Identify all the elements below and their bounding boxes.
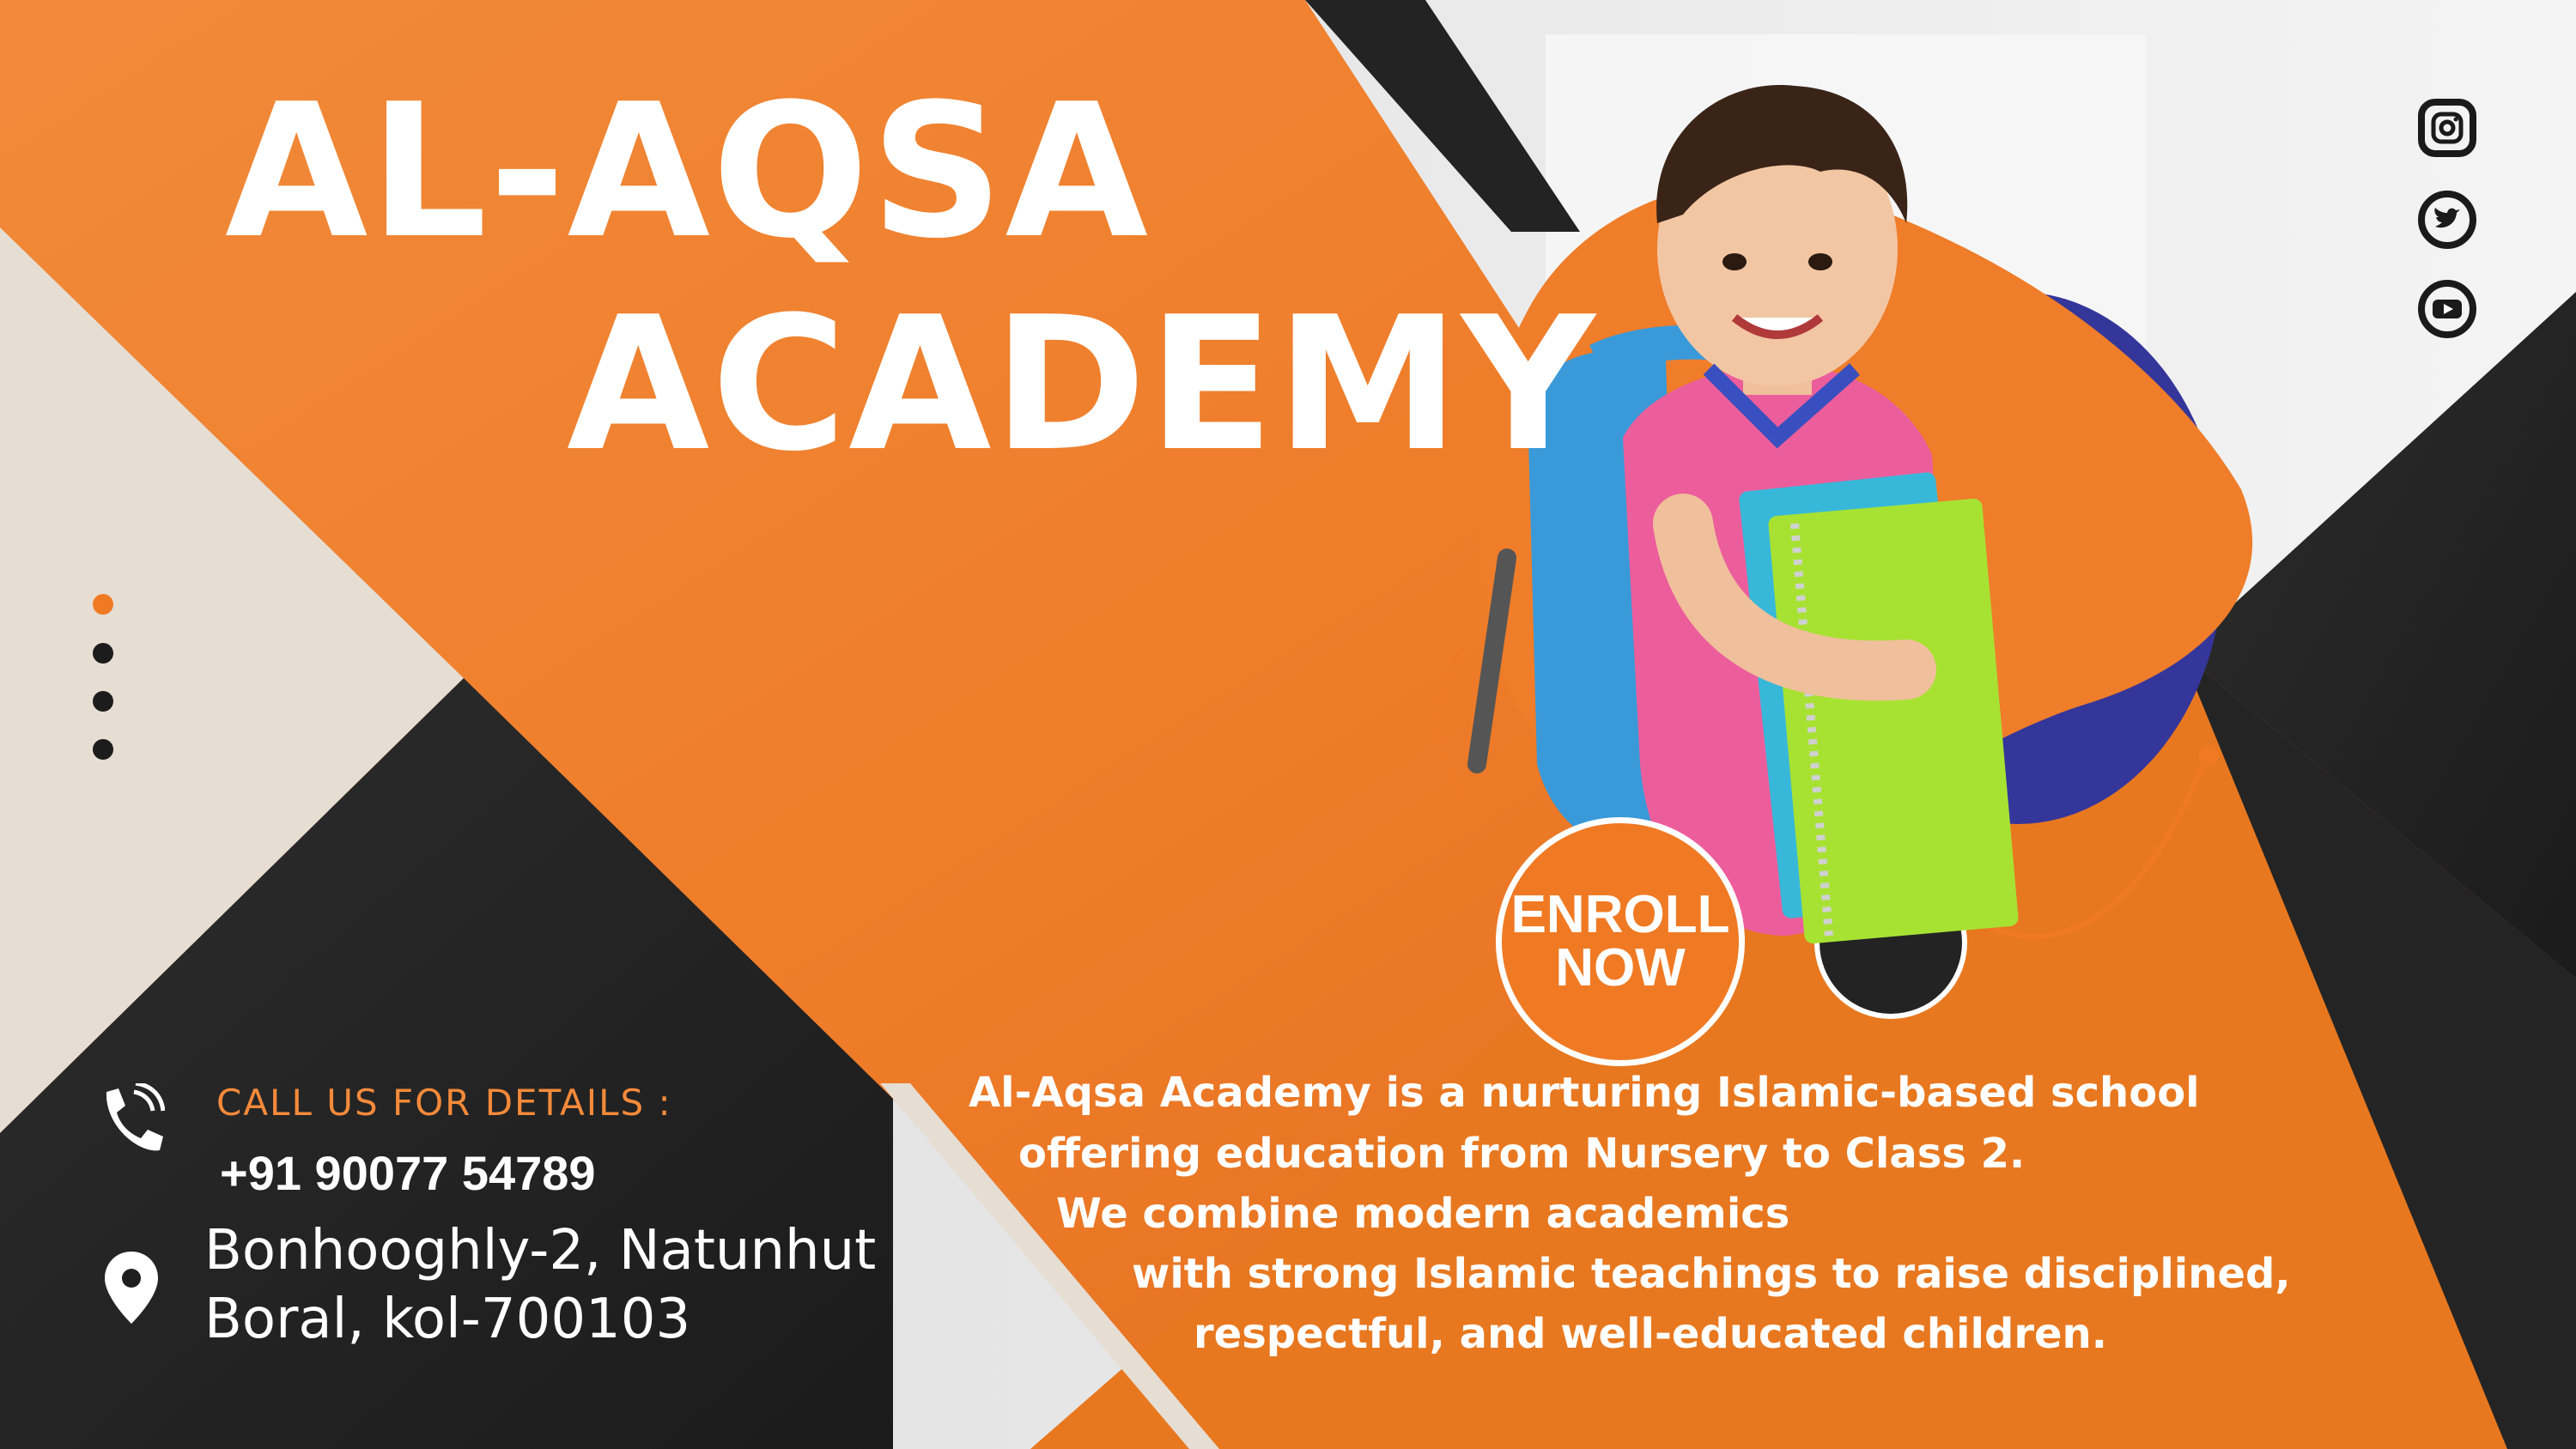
slide-dot[interactable] <box>93 643 113 664</box>
slide-dot-active[interactable] <box>93 594 113 615</box>
call-us-label: CALL US FOR DETAILS : <box>216 1082 672 1124</box>
green-notebook <box>1768 498 2019 944</box>
description-line2: offering education from Nursery to Class… <box>1018 1130 2026 1178</box>
phone-icon <box>96 1081 166 1161</box>
left-eye <box>1722 253 1747 270</box>
backpack-strap <box>1467 549 1516 773</box>
address-line2: Boral, kol-700103 <box>204 1288 691 1351</box>
student-illustration <box>1467 85 2019 944</box>
phone-number[interactable]: +91 90077 54789 <box>220 1145 596 1201</box>
slide-dot[interactable] <box>93 739 113 760</box>
accent-curve-dot <box>2198 745 2219 766</box>
description-line1: Al-Aqsa Academy is a nurturing Islamic-b… <box>969 1069 2200 1117</box>
description-line3: We combine modern academics <box>1056 1190 1790 1238</box>
description-line5: respectful, and well-educated children. <box>1194 1310 2107 1358</box>
right-eye <box>1808 253 1832 270</box>
location-pin-icon <box>103 1252 160 1328</box>
address-line1: Bonhooghly-2, Natunhut <box>204 1219 877 1282</box>
title-line2: ACADEMY <box>567 276 1597 492</box>
youtube-icon[interactable] <box>2418 280 2476 338</box>
description-line4: with strong Islamic teachings to raise d… <box>1132 1250 2291 1298</box>
enroll-label-line2: NOW <box>1555 938 1686 997</box>
enroll-now-button[interactable]: ENROLL NOW <box>1496 817 1745 1066</box>
enroll-label-line1: ENROLL <box>1510 885 1730 944</box>
instagram-icon[interactable] <box>2418 99 2476 157</box>
title-line1: AL-AQSA <box>225 64 1151 279</box>
twitter-icon[interactable] <box>2418 191 2476 249</box>
slide-dot[interactable] <box>93 691 113 712</box>
poster: AL-AQSA ACADEMY ENROLL NOW CALL US FOR D… <box>0 0 2576 1449</box>
